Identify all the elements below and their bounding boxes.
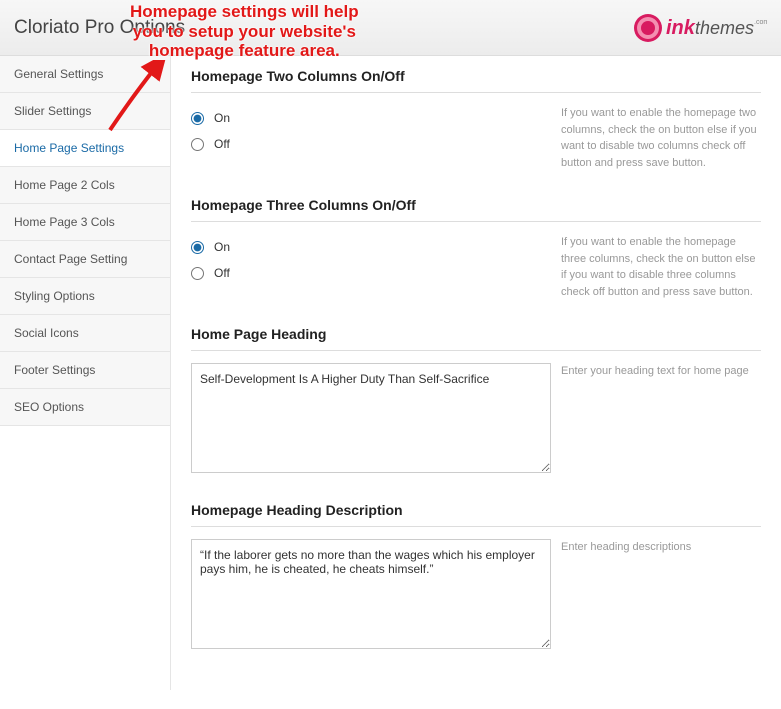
sidebar-item-general[interactable]: General Settings [0,56,170,93]
two-cols-off-radio[interactable] [191,138,204,151]
three-cols-on-radio[interactable] [191,241,204,254]
sidebar-item-styling[interactable]: Styling Options [0,278,170,315]
section-title: Homepage Three Columns On/Off [191,197,761,222]
section-title: Homepage Heading Description [191,502,761,527]
sidebar-item-footer[interactable]: Footer Settings [0,352,170,389]
brand-logo: ink themes .com [632,10,767,46]
sidebar-item-contact[interactable]: Contact Page Setting [0,241,170,278]
sidebar-item-home-2cols[interactable]: Home Page 2 Cols [0,167,170,204]
two-cols-off-label[interactable]: Off [214,137,230,151]
sidebar-item-slider[interactable]: Slider Settings [0,93,170,130]
heading-textarea[interactable] [191,363,551,473]
section-heading: Home Page Heading Enter your heading tex… [191,326,761,476]
three-cols-help: If you want to enable the homepage three… [551,234,761,300]
sidebar-item-home-3cols[interactable]: Home Page 3 Cols [0,204,170,241]
heading-desc-textarea[interactable] [191,539,551,649]
sidebar-item-seo[interactable]: SEO Options [0,389,170,426]
sidebar-item-social[interactable]: Social Icons [0,315,170,352]
main-panel: Homepage Two Columns On/Off On Off If yo… [170,56,781,690]
heading-help: Enter your heading text for home page [551,363,761,476]
three-cols-off-label[interactable]: Off [214,266,230,280]
two-cols-on-radio[interactable] [191,112,204,125]
section-heading-desc: Homepage Heading Description Enter headi… [191,502,761,652]
three-cols-off-radio[interactable] [191,267,204,280]
section-title: Home Page Heading [191,326,761,351]
two-cols-on-label[interactable]: On [214,111,230,125]
settings-sidebar: General SettingsSlider SettingsHome Page… [0,56,170,690]
svg-text:themes: themes [695,18,754,38]
page-title: Cloriato Pro Options [14,17,185,39]
two-cols-help: If you want to enable the homepage two c… [551,105,761,171]
inkthemes-logo-icon: ink themes .com [632,10,767,46]
heading-desc-help: Enter heading descriptions [551,539,761,652]
sidebar-item-home-page[interactable]: Home Page Settings [0,130,170,167]
header: Cloriato Pro Options ink themes .com Hom… [0,0,781,56]
section-two-cols: Homepage Two Columns On/Off On Off If yo… [191,68,761,171]
svg-text:.com: .com [754,19,767,26]
svg-text:ink: ink [666,17,696,39]
three-cols-on-label[interactable]: On [214,240,230,254]
section-three-cols: Homepage Three Columns On/Off On Off If … [191,197,761,300]
section-title: Homepage Two Columns On/Off [191,68,761,93]
